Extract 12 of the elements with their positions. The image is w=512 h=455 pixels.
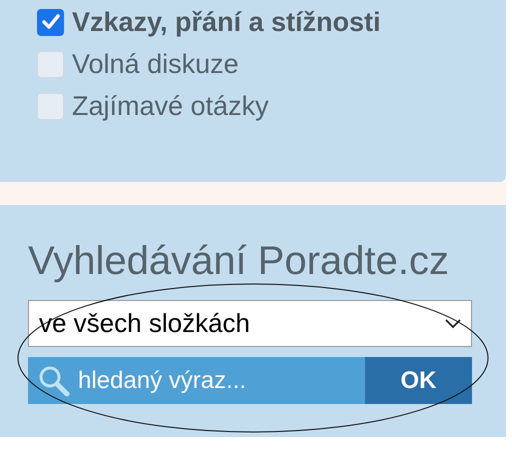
category-label[interactable]: Zajímavé otázky: [72, 86, 269, 126]
checkmark-icon: [40, 12, 60, 32]
checkbox[interactable]: [37, 50, 64, 78]
search-field[interactable]: hledaný výraz...: [28, 357, 365, 404]
search-title: Vyhledávání Poradte.cz: [28, 238, 450, 285]
chevron-down-icon: [445, 318, 461, 328]
search-input[interactable]: hledaný výraz...: [72, 362, 365, 398]
checkbox[interactable]: [37, 8, 64, 36]
ok-button[interactable]: OK: [365, 357, 472, 404]
checkbox[interactable]: [37, 92, 64, 120]
category-label[interactable]: Vzkazy, přání a stížnosti: [72, 2, 381, 42]
category-label[interactable]: Volná diskuze: [72, 44, 239, 84]
